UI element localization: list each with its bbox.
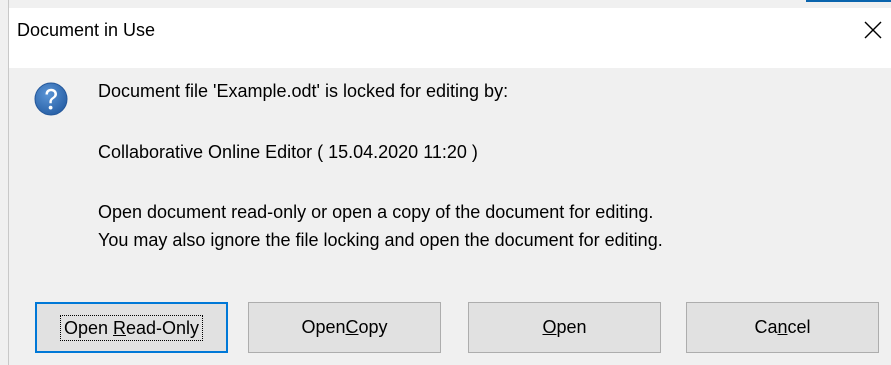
button-label-part: cel — [787, 317, 811, 337]
button-label-part: Ca — [754, 317, 778, 337]
button-mnemonic: O — [542, 317, 557, 337]
lock-message: Document file 'Example.odt' is locked fo… — [98, 81, 509, 101]
lock-owner: Collaborative Online Editor ( 15.04.2020… — [98, 142, 478, 162]
window-accent-line — [806, 0, 891, 2]
question-icon — [34, 82, 68, 116]
close-icon — [864, 21, 882, 39]
button-label-part: Open — [63, 317, 113, 338]
cancel-button[interactable]: Ca n cel — [686, 302, 879, 353]
button-label-part: Open — [301, 317, 346, 337]
open-read-only-button[interactable]: Open Read-Only — [35, 302, 228, 353]
instruction-line-1: Open document read-only or open a copy o… — [98, 202, 654, 222]
document-in-use-dialog: Document in Use Document file 'Example.o… — [0, 0, 891, 365]
button-label-part: pen — [556, 317, 587, 337]
button-mnemonic: R — [113, 317, 126, 338]
button-mnemonic: C — [345, 317, 359, 337]
instruction-line-2: You may also ignore the file locking and… — [98, 230, 663, 250]
focus-ring: Open Read-Only — [59, 314, 204, 341]
button-label-part: opy — [358, 317, 388, 337]
dialog-title: Document in Use — [17, 20, 156, 40]
close-button[interactable] — [855, 10, 891, 50]
open-copy-button[interactable]: Open Copy — [248, 302, 441, 353]
button-label-part: ead-Only — [126, 317, 200, 338]
open-button[interactable]: Open — [468, 302, 661, 353]
button-mnemonic: n — [777, 317, 788, 337]
